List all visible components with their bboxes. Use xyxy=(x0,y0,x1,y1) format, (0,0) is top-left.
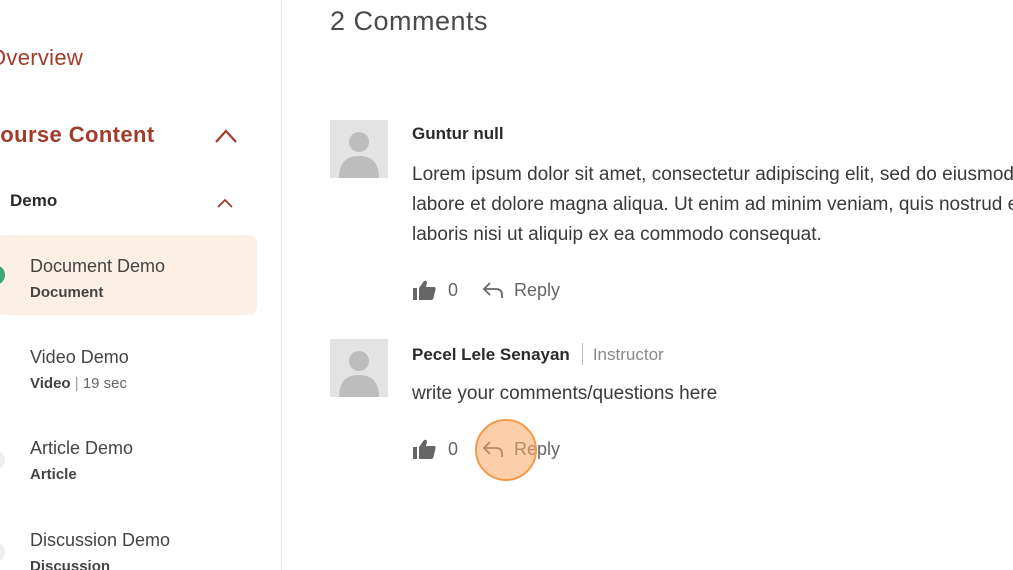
lesson-item-document-demo[interactable]: Document Demo Document xyxy=(0,235,257,315)
lesson-title: Video Demo xyxy=(30,347,129,367)
comment-author: Pecel Lele Senayan Instructor xyxy=(412,343,664,365)
lesson-type: Article xyxy=(30,466,77,483)
author-name: Guntur null xyxy=(412,124,504,143)
reply-button[interactable]: Reply xyxy=(482,439,560,460)
reply-button[interactable]: Reply xyxy=(482,280,560,301)
lesson-status-icon xyxy=(0,542,5,562)
comment-line: write your comments/questions here xyxy=(412,383,718,404)
course-sidebar: Overview Course Content Demo Document De… xyxy=(0,0,282,570)
course-content-heading[interactable]: Course Content xyxy=(0,122,155,148)
comment-author: Guntur null xyxy=(412,124,504,144)
chevron-up-icon[interactable] xyxy=(216,197,234,209)
user-placeholder-icon xyxy=(330,120,388,178)
like-count: 0 xyxy=(448,438,459,459)
lesson-duration: 19 sec xyxy=(82,375,128,392)
overview-link[interactable]: Overview xyxy=(0,45,83,71)
thumbs-up-icon[interactable] xyxy=(412,279,436,301)
comments-count-heading: 2 Comments xyxy=(330,6,489,36)
lesson-subtitle: Discussion xyxy=(30,558,110,570)
comment-item: Guntur null Lorem ipsum dolor sit amet, … xyxy=(330,120,1013,320)
comment-line: Lorem ipsum dolor sit amet, consectetur … xyxy=(412,164,1013,185)
lesson-status-icon xyxy=(0,450,5,470)
lesson-subtitle: Article xyxy=(30,466,77,483)
comment-line: labore et dolore magna aliqua. Ut enim a… xyxy=(412,194,1013,215)
reply-label: Reply xyxy=(514,438,561,459)
like-count: 0 xyxy=(448,279,459,300)
user-placeholder-icon xyxy=(330,339,388,397)
thumbs-up-icon[interactable] xyxy=(412,438,436,460)
lesson-type: Video xyxy=(30,375,71,392)
comment-actions: 0 Reply xyxy=(412,437,560,461)
author-role: Instructor xyxy=(592,345,664,364)
comment-actions: 0 Reply xyxy=(412,278,560,302)
comment-item: Pecel Lele Senayan Instructor write your … xyxy=(330,339,1013,479)
lesson-title: Article Demo xyxy=(30,438,134,458)
chevron-up-icon[interactable] xyxy=(214,128,238,144)
lesson-type: Discussion xyxy=(30,558,111,570)
lesson-title: Discussion Demo xyxy=(30,530,171,550)
lesson-subtitle: Video | 19 sec xyxy=(30,375,128,392)
lesson-title: Document Demo xyxy=(30,256,166,276)
reply-arrow-icon xyxy=(482,282,503,298)
author-divider xyxy=(581,343,583,365)
lesson-status-icon xyxy=(0,265,5,285)
lesson-subtitle: Document xyxy=(30,284,103,301)
comments-panel: 2 Comments Guntur null Lorem ipsum dolor… xyxy=(282,0,1013,570)
reply-arrow-icon xyxy=(482,441,503,457)
comment-body: write your comments/questions here xyxy=(412,379,1013,409)
lesson-item-discussion-demo[interactable]: Discussion Demo Discussion xyxy=(0,512,257,570)
section-demo-title[interactable]: Demo xyxy=(10,191,57,211)
comment-body: Lorem ipsum dolor sit amet, consectetur … xyxy=(412,160,1013,250)
comment-line: laboris nisi ut aliquip ex ea commodo co… xyxy=(412,224,822,245)
reply-label: Reply xyxy=(514,279,561,300)
author-name: Pecel Lele Senayan xyxy=(412,345,570,364)
lesson-type: Document xyxy=(30,284,104,301)
lesson-item-article-demo[interactable]: Article Demo Article xyxy=(0,420,257,500)
lesson-item-video-demo[interactable]: Video Demo Video | 19 sec xyxy=(0,330,257,410)
